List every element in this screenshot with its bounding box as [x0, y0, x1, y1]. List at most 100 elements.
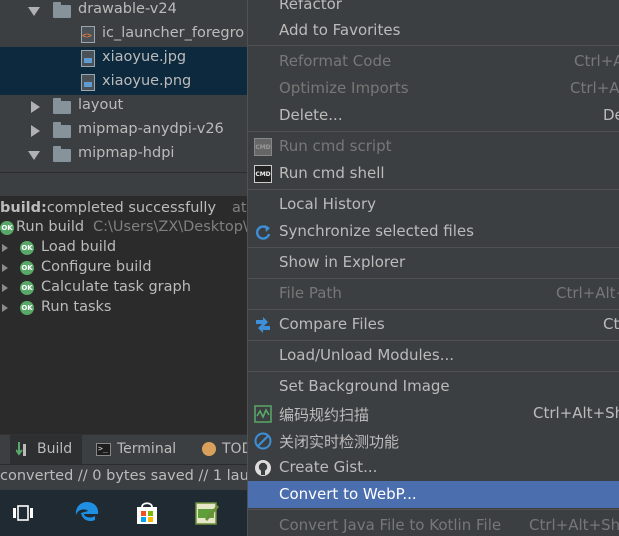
- build-status-prefix: build:: [0, 200, 47, 216]
- store-icon[interactable]: [124, 490, 170, 536]
- tree-item-label: ic_launcher_foregro: [102, 25, 245, 41]
- status-bar: converted // 0 bytes saved // 1 lau: [0, 464, 248, 490]
- task-view-icon[interactable]: [0, 490, 46, 536]
- menu-separator: [248, 340, 619, 341]
- menu-item-label: Convert Java File to Kotlin File: [279, 516, 502, 534]
- build-task-label: Calculate task graph: [41, 279, 191, 295]
- tree-item-label: xiaoyue.png: [102, 73, 192, 89]
- menu-item-disable-realtime-check[interactable]: 关闭实时检测功能: [248, 427, 619, 454]
- menu-item-label: Load/Unload Modules...: [279, 346, 455, 364]
- menu-item-label: Synchronize selected files: [279, 222, 474, 240]
- menu-item-label: Run cmd script: [279, 137, 392, 155]
- project-tree: drawable-v24 ic_launcher_foregro xiaoyue…: [0, 0, 248, 172]
- menu-item-add-to-favorites[interactable]: Add to Favorites: [248, 17, 619, 44]
- menu-separator: [248, 509, 619, 510]
- menu-item-shortcut: Ctrl+A: [574, 52, 619, 70]
- run-build-label: Run build: [16, 219, 85, 235]
- menu-item-label: Add to Favorites: [279, 21, 401, 39]
- run-build-row[interactable]: OK Run build C:\Users\ZX\Desktop\: [0, 218, 248, 238]
- menu-separator: [248, 247, 619, 248]
- menu-item-label: Set Background Image: [279, 377, 450, 395]
- terminal-icon: >_: [96, 443, 111, 456]
- menu-item-label: Reformat Code: [279, 52, 392, 70]
- tree-item-label: mipmap-hdpi: [78, 145, 175, 161]
- build-task-label: Load build: [41, 239, 117, 255]
- build-task-row[interactable]: OK Calculate task graph: [0, 278, 248, 298]
- build-task-row[interactable]: OK Load build: [0, 238, 248, 258]
- menu-item-load-unload-modules[interactable]: Load/Unload Modules...: [248, 342, 619, 369]
- panel-divider: [0, 172, 248, 196]
- chevron-right-icon[interactable]: [2, 304, 8, 312]
- menu-item-shortcut: Ctrl+Alt+Sh: [533, 404, 619, 422]
- menu-item-convert-to-webp[interactable]: Convert to WebP...: [248, 481, 619, 508]
- tree-item-mipmap-anydpi-v26[interactable]: mipmap-anydpi-v26: [0, 119, 248, 143]
- chevron-right-icon[interactable]: [31, 125, 40, 137]
- menu-item-synchronize[interactable]: Synchronize selected files: [248, 218, 619, 245]
- build-status-row[interactable]: build: completed successfully at 2: [0, 198, 248, 218]
- menu-item-refactor[interactable]: Refactor: [248, 0, 619, 18]
- tab-todo[interactable]: TOD: [200, 435, 248, 464]
- code-scan-icon: [254, 405, 272, 423]
- menu-item-compare-files[interactable]: Compare Files Ct: [248, 311, 619, 338]
- menu-item-local-history[interactable]: Local History: [248, 191, 619, 218]
- chevron-down-icon[interactable]: [28, 151, 40, 160]
- menu-separator: [248, 45, 619, 46]
- github-icon: [255, 460, 271, 476]
- menu-item-show-in-explorer[interactable]: Show in Explorer: [248, 249, 619, 276]
- menu-separator: [248, 278, 619, 279]
- menu-item-optimize-imports[interactable]: Optimize Imports Ctrl+A: [248, 75, 619, 102]
- tree-item-label: drawable-v24: [78, 1, 177, 17]
- status-message[interactable]: converted // 0 bytes saved // 1 lau: [0, 468, 248, 484]
- menu-item-run-cmd-shell[interactable]: CMD Run cmd shell: [248, 160, 619, 187]
- tool-window-bar: Build >_ Terminal TOD: [0, 434, 248, 464]
- tab-terminal[interactable]: >_ Terminal: [96, 435, 192, 464]
- menu-item-reformat-code[interactable]: Reformat Code Ctrl+A: [248, 48, 619, 75]
- menu-item-file-path[interactable]: File Path Ctrl+Alt+: [248, 280, 619, 307]
- chevron-down-icon[interactable]: [28, 7, 40, 16]
- menu-item-convert-java-to-kotlin[interactable]: Convert Java File to Kotlin File Ctrl+Al…: [248, 512, 619, 536]
- menu-item-shortcut: Ctrl+Alt+: [556, 284, 619, 302]
- ok-status-icon: OK: [20, 301, 34, 315]
- menu-item-code-scan[interactable]: 编码规约扫描 Ctrl+Alt+Sh: [248, 400, 619, 427]
- menu-item-label: Local History: [279, 195, 377, 213]
- build-task-row[interactable]: OK Configure build: [0, 258, 248, 278]
- disable-icon: [254, 432, 272, 450]
- chevron-right-icon[interactable]: [2, 264, 8, 272]
- menu-item-set-background-image[interactable]: Set Background Image: [248, 373, 619, 400]
- menu-item-label: Compare Files: [279, 315, 385, 333]
- tree-item-drawable-v24[interactable]: drawable-v24: [0, 0, 248, 23]
- build-status-time: at 2: [232, 200, 248, 216]
- build-output-panel: build: completed successfully at 2 OK Ru…: [0, 196, 248, 434]
- tree-item-ic-launcher-foreground[interactable]: ic_launcher_foregro: [0, 23, 248, 47]
- tree-item-label: layout: [78, 97, 124, 113]
- compare-arrows-icon: [256, 317, 270, 333]
- notepad-icon[interactable]: [184, 490, 230, 536]
- sync-icon: [256, 225, 271, 240]
- chevron-right-icon[interactable]: [2, 244, 8, 252]
- chevron-right-icon[interactable]: [31, 101, 40, 113]
- menu-item-create-gist[interactable]: Create Gist...: [248, 454, 619, 481]
- menu-item-run-cmd-script[interactable]: CMD Run cmd script: [248, 133, 619, 160]
- chevron-right-icon[interactable]: [2, 284, 8, 292]
- tree-item-xiaoyue-png[interactable]: xiaoyue.png: [0, 71, 248, 95]
- cmd-icon: CMD: [254, 138, 272, 156]
- menu-separator: [248, 131, 619, 132]
- menu-item-shortcut: Ct: [603, 315, 619, 333]
- xml-file-icon: [81, 26, 95, 43]
- menu-item-label: Optimize Imports: [279, 79, 409, 97]
- tree-item-xiaoyue-jpg[interactable]: xiaoyue.jpg: [0, 47, 248, 71]
- build-hammer-icon: [16, 442, 26, 456]
- tree-item-layout[interactable]: layout: [0, 95, 248, 119]
- folder-icon: [53, 146, 71, 162]
- tab-label: Terminal: [117, 441, 177, 457]
- tab-label: Build: [37, 441, 73, 457]
- run-build-path: C:\Users\ZX\Desktop\: [93, 219, 248, 235]
- tab-build[interactable]: Build: [10, 435, 82, 464]
- menu-item-shortcut: Ctrl+A: [570, 79, 619, 97]
- menu-item-label: 编码规约扫描: [279, 406, 370, 424]
- menu-item-delete[interactable]: Delete... De: [248, 102, 619, 129]
- context-menu: Refactor Add to Favorites Reformat Code …: [247, 0, 619, 536]
- tree-item-mipmap-hdpi[interactable]: mipmap-hdpi: [0, 143, 248, 167]
- edge-browser-icon[interactable]: [64, 490, 110, 536]
- build-task-row[interactable]: OK Run tasks: [0, 298, 248, 318]
